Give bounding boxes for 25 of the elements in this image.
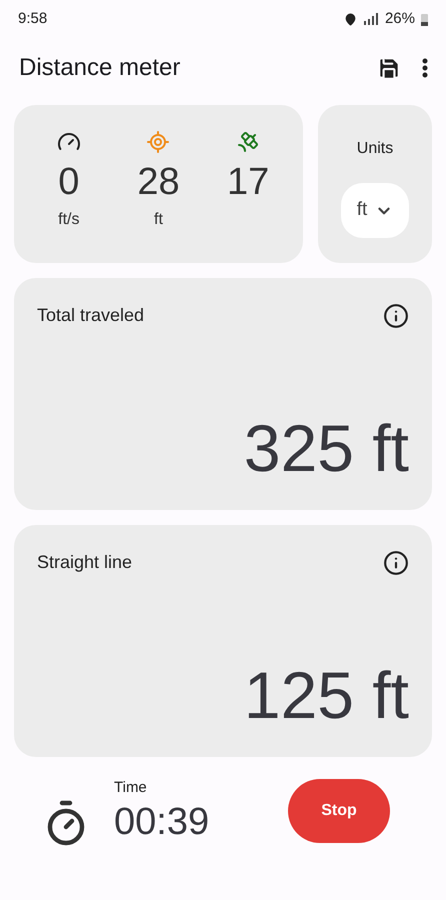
units-dropdown[interactable]: ft	[341, 183, 409, 238]
stat-value: 0	[58, 160, 80, 205]
distance-title: Straight line	[37, 551, 132, 574]
distance-value: 325 ft	[244, 412, 409, 484]
battery-icon	[421, 12, 428, 26]
stat-value: 17	[227, 160, 270, 205]
more-icon	[422, 58, 428, 78]
stat-unit: ft/s	[58, 210, 80, 230]
crosshair-icon	[146, 130, 170, 154]
signal-icon	[362, 13, 379, 25]
stop-button[interactable]: Stop	[288, 779, 390, 843]
stat-value: 28	[137, 160, 180, 205]
status-time: 9:58	[18, 8, 48, 29]
time-label: Time	[114, 778, 148, 798]
units-label: Units	[356, 139, 394, 159]
location-icon	[344, 12, 357, 26]
info-icon[interactable]	[383, 302, 409, 328]
distance-title: Total traveled	[37, 304, 144, 327]
app-title: Distance meter	[19, 53, 182, 83]
elapsed-time: 00:39	[114, 800, 210, 846]
satellite-icon	[236, 130, 260, 154]
battery-percent: 26%	[384, 8, 415, 29]
distance-value: 125 ft	[244, 659, 409, 731]
stat-unit: ft	[154, 210, 163, 230]
info-icon[interactable]	[383, 550, 409, 576]
